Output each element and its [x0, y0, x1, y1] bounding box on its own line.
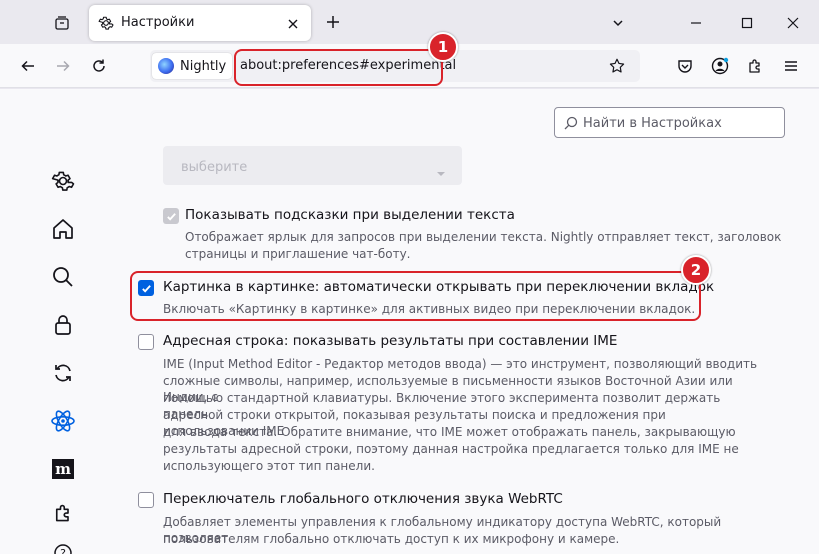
settings-gear-icon [98, 15, 114, 35]
minimize-icon[interactable] [685, 12, 707, 34]
sidebar-general-gear-icon[interactable] [49, 167, 77, 195]
sidebar-search-icon[interactable] [49, 263, 77, 291]
close-window-icon[interactable] [782, 12, 804, 34]
option-title: Показывать подсказки при выделении текст… [185, 207, 515, 223]
identity-box[interactable]: Nightly [152, 53, 232, 79]
sidebar-privacy-lock-icon[interactable] [49, 311, 77, 339]
search-input[interactable] [583, 113, 778, 133]
account-icon[interactable] [707, 53, 733, 79]
sidebar-sync-icon[interactable] [49, 359, 77, 387]
tab-settings[interactable]: Настройки [89, 5, 311, 41]
tab-list-chevron-icon[interactable] [607, 12, 629, 34]
tab-close-icon[interactable] [286, 16, 300, 35]
sidebar-home-icon[interactable] [49, 215, 77, 243]
tab-strip: Настройки [0, 0, 819, 44]
tab-title: Настройки [121, 15, 195, 30]
tab-overview-icon[interactable] [50, 11, 74, 35]
select-dropdown[interactable]: выберите [163, 146, 462, 185]
new-tab-button[interactable] [322, 11, 344, 33]
maximize-icon[interactable] [736, 12, 758, 34]
option-desc: IME (Input Method Editor - Редактор мето… [163, 357, 758, 371]
pocket-icon[interactable] [672, 53, 698, 79]
forward-button[interactable] [50, 53, 76, 79]
sidebar-experimental-atom-icon[interactable] [49, 407, 77, 435]
checkbox-selection-shortcut[interactable] [163, 208, 179, 224]
annotation-badge-1: 1 [428, 32, 458, 62]
reload-button[interactable] [86, 53, 112, 79]
option-desc: Отображает ярлык для запросов при выделе… [185, 230, 782, 244]
sidebar-help-icon[interactable]: ? [49, 539, 77, 554]
option-desc: результаты адресной строки, поэтому данн… [163, 442, 739, 456]
select-value: выберите [181, 160, 248, 175]
sidebar-mdn-m-icon[interactable]: m [49, 455, 77, 483]
preferences-content: m ? выберите Показывать подсказки при вы… [0, 89, 819, 554]
annotation-badge-2: 2 [681, 255, 711, 285]
menu-hamburger-icon[interactable] [778, 53, 804, 79]
search-icon [564, 115, 578, 134]
svg-text:?: ? [60, 547, 66, 554]
nightly-logo-icon [158, 58, 174, 74]
checkbox-webrtc-mute[interactable] [138, 492, 154, 508]
svg-text:m: m [55, 460, 71, 478]
identity-label: Nightly [180, 58, 227, 74]
option-title: Переключатель глобального отключения зву… [163, 491, 563, 507]
annotation-pip-highlight [130, 271, 701, 321]
option-desc: использующего этот тип панели. [163, 459, 375, 473]
option-desc: для ввода текста. Обратите внимание, что… [163, 425, 736, 439]
annotation-url-highlight [234, 49, 443, 86]
bookmark-star-icon[interactable] [608, 57, 626, 79]
option-title: Адресная строка: показывать результаты п… [163, 333, 618, 349]
back-button[interactable] [15, 53, 41, 79]
chevron-down-icon [436, 163, 446, 182]
sidebar-extensions-puzzle-icon[interactable] [49, 499, 77, 527]
option-desc: пользователям глобально отключать доступ… [163, 532, 620, 546]
checkbox-ime-results[interactable] [138, 334, 154, 350]
search-box[interactable] [554, 107, 785, 138]
extensions-icon[interactable] [742, 53, 768, 79]
